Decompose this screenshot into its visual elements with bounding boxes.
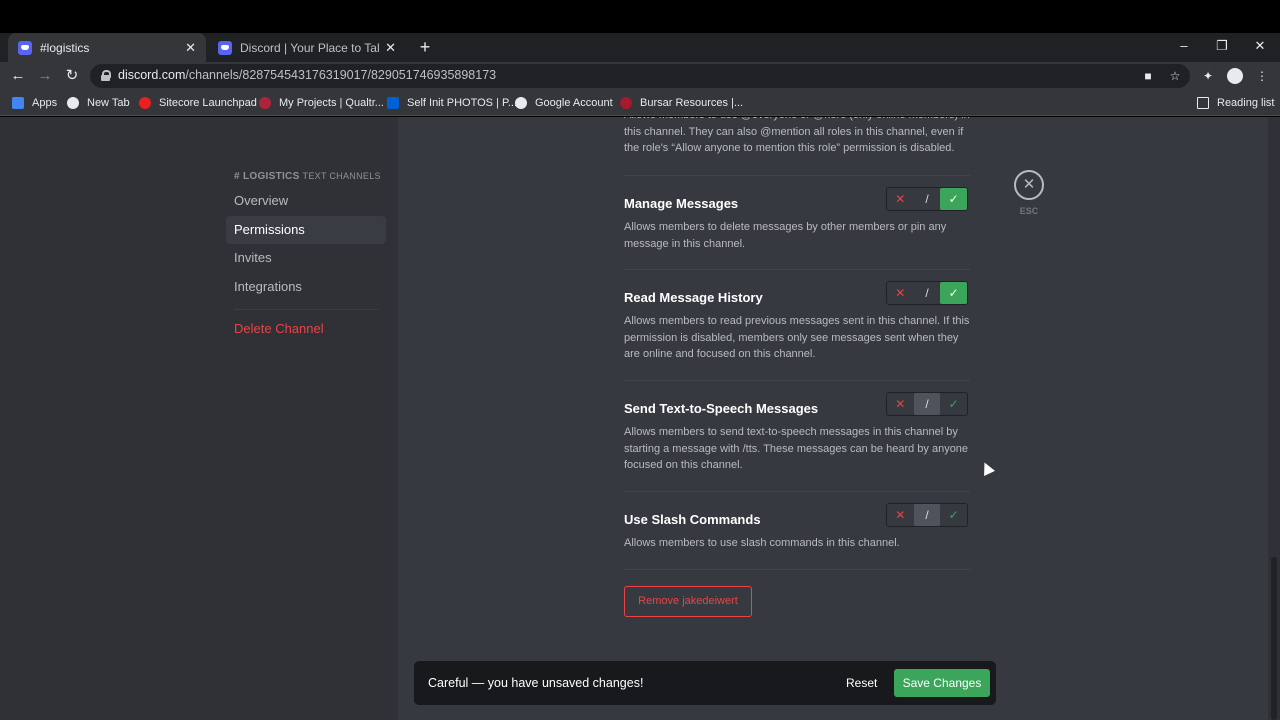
bookmark-self-init-photos[interactable]: Self Init PHOTOS | P... [387,95,517,111]
esc-label: ESC [1019,206,1039,216]
neutral-icon[interactable]: / [914,188,941,210]
permission-manage-messages: Manage Messages ✕ / ✓ Allows members to … [624,187,970,270]
permission-divider [624,491,970,492]
minimize-icon[interactable]: – [1164,33,1204,59]
reload-icon[interactable]: ↻ [62,66,82,86]
bookmark-sitecore[interactable]: Sitecore Launchpad [139,95,257,111]
close-icon[interactable]: ✕ [1014,170,1044,200]
allow-icon[interactable]: ✓ [940,504,967,526]
allow-icon[interactable]: ✓ [940,282,968,304]
tab-strip: #logistics ✕ Discord | Your Place to Tal… [0,33,1280,62]
deny-icon[interactable]: ✕ [887,504,914,526]
tab-close-icon[interactable]: ✕ [185,40,196,56]
sidebar-item-integrations[interactable]: Integrations [226,273,386,301]
discord-favicon-icon [18,40,32,55]
permission-divider [624,269,970,270]
permission-description: Allows members to delete messages by oth… [624,221,947,250]
sidebar-channel-header: # LOGISTICS TEXT CHANNELS [234,171,381,182]
reading-list-icon [1197,97,1209,109]
tab-discord-home[interactable]: Discord | Your Place to Talk and Hang Ou… [208,33,406,62]
permission-description: Allows members to use slash commands in … [624,537,900,549]
permission-divider [624,380,970,381]
bookmark-google-account[interactable]: Google Account [515,95,613,111]
google-icon [515,97,527,109]
sidebar-item-overview[interactable]: Overview [226,187,386,215]
tab-logistics[interactable]: #logistics ✕ [8,33,206,62]
permission-send-tts-messages: Send Text-to-Speech Messages ✕ / ✓ Allow… [624,392,970,492]
apps-grid-icon [12,97,24,109]
reading-list[interactable]: Reading list [1197,95,1274,111]
save-changes-button[interactable]: Save Changes [894,669,990,697]
neutral-icon[interactable]: / [914,282,941,304]
sidebar-item-delete-channel[interactable]: Delete Channel [226,315,386,343]
camera-icon[interactable]: ■ [1140,68,1156,84]
profile-avatar[interactable] [1227,68,1243,84]
new-tab-icon[interactable]: + [415,37,435,57]
bookmark-bursar[interactable]: Bursar Resources |... [620,95,743,111]
sidebar-divider [234,309,378,310]
globe-icon [67,97,79,109]
shield-icon [620,97,632,109]
restore-icon[interactable]: ❐ [1202,33,1242,59]
permission-toggle: ✕ / ✓ [886,187,968,211]
deny-icon[interactable]: ✕ [887,188,914,210]
extensions-icon[interactable]: ✦ [1200,68,1216,84]
deny-icon[interactable]: ✕ [887,393,914,415]
permission-toggle: ✕ / ✓ [886,281,968,305]
permission-description: Allows members to send text-to-speech me… [624,426,969,471]
forward-arrow-icon[interactable]: → [35,66,55,86]
tab-close-icon[interactable]: ✕ [385,40,396,56]
top-black-bar [0,0,1280,33]
reset-button[interactable]: Reset [846,661,877,705]
window-close-icon[interactable]: ✕ [1240,33,1280,59]
sitecore-icon [139,97,151,109]
scrollbar-thumb[interactable] [1271,557,1277,720]
permission-use-slash-commands: Use Slash Commands ✕ / ✓ Allows members … [624,503,970,570]
channel-settings: # LOGISTICS TEXT CHANNELS Overview Permis… [0,117,1280,720]
neutral-icon[interactable]: / [913,504,941,526]
menu-dots-icon[interactable]: ⋮ [1254,68,1270,84]
deny-icon[interactable]: ✕ [887,282,914,304]
box-icon [387,97,399,109]
bookmark-apps[interactable]: Apps [12,95,57,111]
back-arrow-icon[interactable]: ← [8,66,28,86]
url-text[interactable]: discord.com/channels/828754543176319017/… [118,68,496,82]
permission-toggle: ✕ / ✓ [886,392,968,416]
tab-title: #logistics [40,40,90,55]
permission-description: Allows members to read previous messages… [624,315,970,360]
permission-divider [624,175,970,176]
tab-title: Discord | Your Place to Talk and Hang Ou… [240,40,380,55]
remove-member-button[interactable]: Remove jakedeiwert [624,586,752,617]
star-icon[interactable]: ☆ [1167,68,1183,84]
allow-icon[interactable]: ✓ [940,188,968,210]
sidebar-item-permissions[interactable]: Permissions [226,216,386,244]
permission-toggle: ✕ / ✓ [886,503,968,527]
permission-read-message-history: Read Message History ✕ / ✓ Allows member… [624,281,970,381]
sidebar-item-invites[interactable]: Invites [226,244,386,272]
qualtrics-icon [259,97,271,109]
allow-icon[interactable]: ✓ [940,393,967,415]
close-settings[interactable]: ✕ ESC [1014,170,1044,216]
permission-divider [624,569,970,570]
neutral-icon[interactable]: / [913,393,941,415]
bookmark-new-tab[interactable]: New Tab [67,95,130,111]
unsaved-changes-notice: Careful — you have unsaved changes! Rese… [414,661,996,705]
scrollbar[interactable] [1268,117,1280,720]
mention-everyone-description: Allows members to use @everyone or @here… [624,117,970,154]
bookmark-qualtrics[interactable]: My Projects | Qualtr... [259,95,384,111]
discord-favicon-icon [218,40,232,55]
lock-icon [101,70,111,81]
unsaved-changes-text: Careful — you have unsaved changes! [428,676,644,690]
